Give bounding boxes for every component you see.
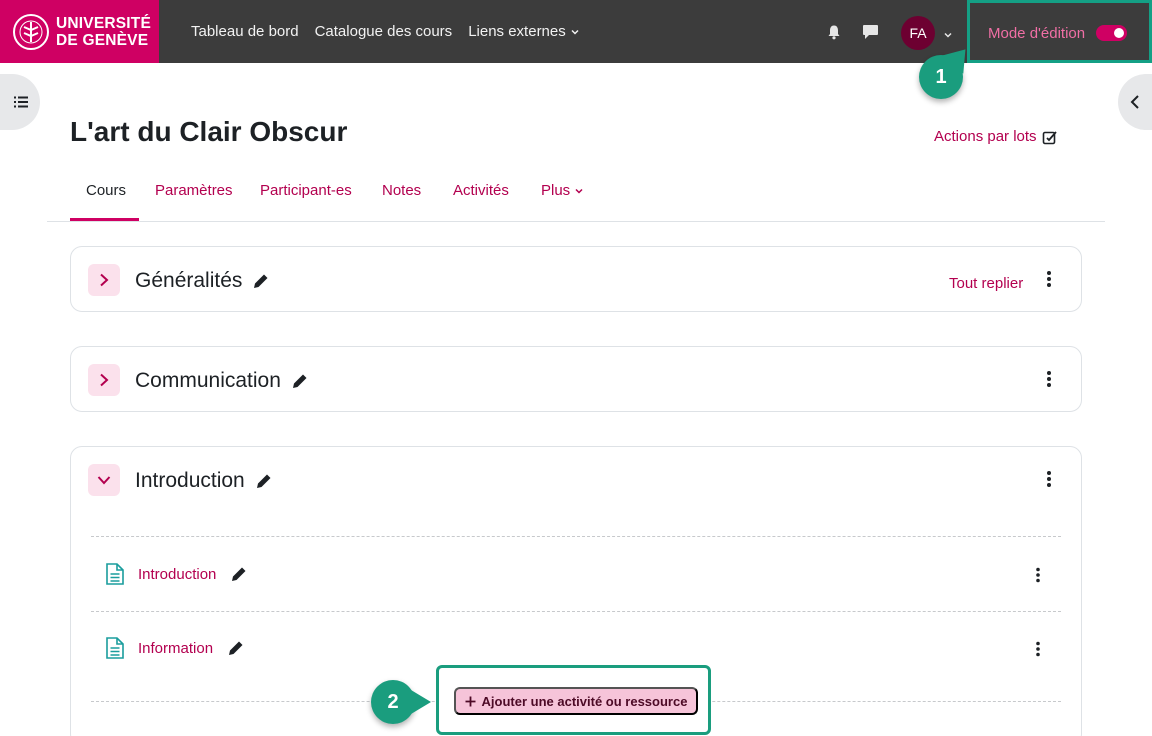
- logo-text: UNIVERSITÉ DE GENÈVE: [56, 15, 151, 49]
- course-secondary-navigation: Cours Paramètres Participant-es Notes Ac…: [47, 172, 1105, 222]
- edit-mode-label: Mode d'édition: [988, 25, 1086, 42]
- section-title-text[interactable]: Généralités: [135, 269, 242, 293]
- bulk-actions-link[interactable]: Actions par lots: [934, 128, 1058, 145]
- add-activity-button[interactable]: Ajouter une activité ou ressource: [454, 687, 698, 715]
- tab-course[interactable]: Cours: [86, 182, 126, 199]
- external-links-label: Liens externes: [468, 23, 566, 40]
- edit-mode-highlight: Mode d'édition: [967, 0, 1152, 63]
- tab-more-label: Plus: [541, 182, 571, 199]
- section-expand-toggle[interactable]: [88, 364, 120, 396]
- university-seal-icon: [13, 13, 49, 50]
- primary-navigation: Tableau de bord Catalogue des cours Lien…: [191, 0, 580, 63]
- chevron-right-icon: [100, 273, 109, 287]
- callout-badge-1: 1: [919, 55, 963, 99]
- tab-grades[interactable]: Notes: [382, 182, 421, 199]
- activity-divider: [91, 611, 1061, 612]
- logo-line-2: DE GENÈVE: [56, 31, 149, 49]
- user-avatar[interactable]: FA: [901, 16, 935, 50]
- page-document-icon: [106, 637, 124, 659]
- section-title-text[interactable]: Communication: [135, 369, 281, 393]
- tab-settings[interactable]: Paramètres: [155, 182, 233, 199]
- page-document-icon: [106, 563, 124, 585]
- chevron-down-icon: [97, 476, 111, 485]
- tab-participants[interactable]: Participant-es: [260, 182, 352, 199]
- activity-link[interactable]: Introduction: [138, 566, 216, 583]
- activity-actions-kebab-icon[interactable]: [1035, 567, 1041, 588]
- section-actions-kebab-icon[interactable]: [1046, 270, 1052, 293]
- bulk-edit-icon: [1042, 130, 1057, 144]
- section-collapse-toggle[interactable]: [88, 464, 120, 496]
- block-drawer-toggle[interactable]: [1118, 74, 1152, 130]
- plus-icon: [465, 696, 476, 706]
- activity-actions-kebab-icon[interactable]: [1035, 641, 1041, 662]
- pencil-icon[interactable]: [252, 272, 270, 290]
- university-logo[interactable]: UNIVERSITÉ DE GENÈVE: [0, 0, 159, 63]
- nav-link-dashboard[interactable]: Tableau de bord: [191, 23, 299, 40]
- course-index-drawer-toggle[interactable]: [0, 74, 40, 130]
- list-icon: [14, 96, 28, 108]
- page-title: L'art du Clair Obscur: [70, 116, 348, 147]
- pencil-icon[interactable]: [291, 372, 309, 390]
- notifications-bell-icon[interactable]: [826, 24, 842, 45]
- section-actions-kebab-icon[interactable]: [1046, 370, 1052, 393]
- edit-mode-toggle[interactable]: [1096, 25, 1127, 41]
- chevron-left-icon: [1130, 95, 1139, 109]
- messages-chat-icon[interactable]: [862, 24, 879, 45]
- activity-item: Information: [105, 633, 245, 663]
- activity-link[interactable]: Information: [138, 640, 213, 657]
- nav-link-external-links[interactable]: Liens externes: [468, 23, 580, 40]
- toggle-knob: [1114, 28, 1124, 38]
- activity-divider: [91, 536, 1061, 537]
- course-section-communication: Communication: [70, 346, 1082, 412]
- collapse-all-link[interactable]: Tout replier: [949, 275, 1023, 292]
- logo-line-1: UNIVERSITÉ: [56, 14, 152, 32]
- tab-activities[interactable]: Activités: [453, 182, 509, 199]
- navbar: UNIVERSITÉ DE GENÈVE Tableau de bord Cat…: [0, 0, 1152, 63]
- section-title: Généralités: [135, 269, 270, 293]
- chevron-down-icon: [571, 29, 579, 35]
- section-expand-toggle[interactable]: [88, 264, 120, 296]
- section-title: Introduction: [135, 469, 273, 493]
- pencil-icon[interactable]: [230, 565, 248, 583]
- pencil-icon[interactable]: [255, 472, 273, 490]
- section-title: Communication: [135, 369, 309, 393]
- chevron-right-icon: [100, 373, 109, 387]
- chevron-down-icon: [575, 188, 583, 194]
- section-actions-kebab-icon[interactable]: [1046, 470, 1052, 493]
- tab-more[interactable]: Plus: [541, 182, 584, 199]
- pencil-icon[interactable]: [227, 639, 245, 657]
- course-section-general: Généralités Tout replier: [70, 246, 1082, 312]
- activity-item: Introduction: [105, 559, 248, 589]
- bulk-actions-label: Actions par lots: [934, 128, 1037, 145]
- section-title-text[interactable]: Introduction: [135, 469, 245, 493]
- add-activity-label: Ajouter une activité ou ressource: [481, 693, 688, 709]
- callout-badge-2: 2: [371, 680, 431, 724]
- nav-link-course-catalog[interactable]: Catalogue des cours: [315, 23, 453, 40]
- active-tab-indicator: [70, 218, 139, 221]
